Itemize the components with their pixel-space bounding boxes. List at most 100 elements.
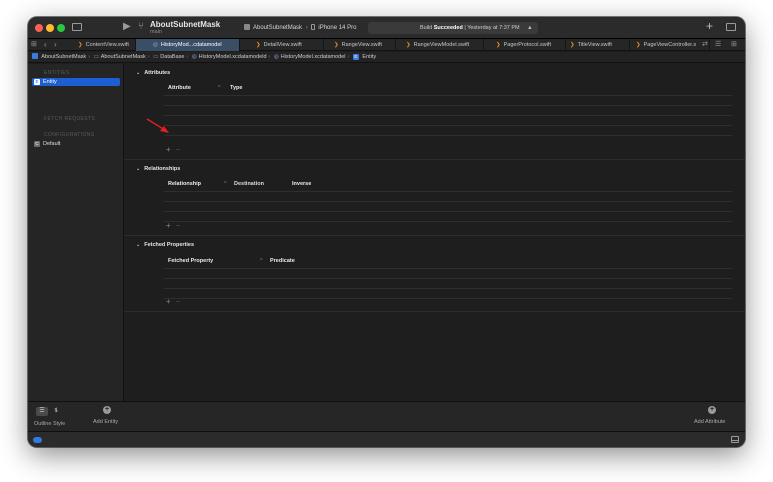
column-header-fetched-property[interactable]: Fetched Property	[168, 256, 213, 267]
fetched-properties-add-remove: + −	[166, 298, 185, 306]
add-attribute-button[interactable]: Add Attribute	[694, 419, 726, 425]
add-entity-button[interactable]: Add Entity	[93, 419, 118, 425]
tab-page-view-controller[interactable]: ❯ PageViewController.s	[630, 39, 710, 51]
attributes-table-header: Attribute ^ Type	[164, 83, 732, 94]
table-divider	[164, 105, 732, 106]
jump-bar: AboutSubnetMask › ▭ AboutSubnetMask › ▭ Data…	[28, 52, 745, 63]
table-divider	[164, 201, 732, 202]
jumpbar-item[interactable]: HistoryModel.xcdatamodeld	[199, 54, 267, 60]
table-style-icon[interactable]: ☰	[36, 407, 48, 416]
tab-range-view[interactable]: ❯ RangeView.swift	[324, 39, 396, 51]
back-icon[interactable]: ‹	[44, 39, 51, 51]
section-divider	[124, 159, 745, 160]
attributes-section-header[interactable]: ⌄ Attributes	[136, 70, 170, 76]
remove-relationship-button[interactable]: −	[176, 221, 181, 230]
jumpbar-item[interactable]: AboutSubnetMask	[101, 54, 146, 60]
table-divider	[164, 95, 732, 96]
sidebar-item-entity[interactable]: E Entity	[32, 78, 120, 86]
tab-label: RangeViewModel.swift	[413, 42, 470, 48]
add-relationship-button[interactable]: +	[166, 221, 171, 230]
sort-icon: ^	[260, 258, 263, 264]
forward-icon[interactable]: ›	[54, 39, 61, 51]
zoom-window-button[interactable]	[57, 24, 65, 32]
tab-content-view[interactable]: ❯ ContentView.swift	[64, 39, 136, 51]
column-header-attribute[interactable]: Attribute	[168, 83, 191, 94]
jumpbar-item[interactable]: DataBase	[160, 54, 184, 60]
column-header-type[interactable]: Type	[230, 83, 242, 94]
relationships-section-header[interactable]: ⌄ Relationships	[136, 166, 180, 172]
graph-style-icon[interactable]: ⥮	[50, 407, 62, 416]
debug-area-toggle[interactable]	[33, 437, 42, 443]
jumpbar-item[interactable]: AboutSubnetMask	[41, 54, 86, 60]
entity-editor: ⌄ Attributes Attribute ^ Type + − ⌄ Relatio…	[124, 64, 745, 401]
column-header-relationship[interactable]: Relationship	[168, 179, 201, 190]
warning-icon: ▲	[527, 25, 533, 31]
sort-icon: ^	[218, 85, 221, 91]
configurations-header: CONFIGURATIONS	[44, 132, 95, 138]
add-attribute-icon[interactable]: +	[708, 406, 716, 414]
run-icon[interactable]: ▶	[123, 22, 131, 32]
tab-range-view-model[interactable]: ❯ RangeViewModel.swift	[396, 39, 484, 51]
table-divider	[164, 288, 732, 289]
tab-label: ContentView.swift	[85, 42, 129, 48]
fetched-properties-section-header[interactable]: ⌄ Fetched Properties	[136, 242, 194, 248]
swift-file-icon: ❯	[636, 42, 641, 48]
project-title[interactable]: AboutSubnetMask	[150, 20, 220, 29]
tab-pager-protocol[interactable]: ❯ PagerProtocol.swift	[484, 39, 566, 51]
panel-toggle-icon[interactable]	[731, 436, 739, 443]
section-title: Relationships	[144, 166, 181, 172]
split-editor-icon[interactable]: ⊞	[731, 39, 741, 51]
sidebar-item-label: Entity	[43, 79, 57, 85]
section-divider	[124, 235, 745, 236]
swift-file-icon: ❯	[256, 42, 261, 48]
chevron-right-icon: ›	[347, 54, 350, 60]
chevron-right-icon: ›	[186, 54, 189, 60]
table-divider	[164, 211, 732, 212]
tab-label: HistoryMod...cdatamodel	[160, 42, 222, 48]
chevron-right-icon: ›	[268, 54, 271, 60]
sidebar-item-default[interactable]: C Default	[32, 140, 120, 148]
relationships-table-header: Relationship ^ Destination Inverse	[164, 179, 732, 190]
scheme-name: AboutSubnetMask	[253, 25, 303, 31]
add-entity-icon[interactable]: +	[103, 406, 111, 414]
chevron-down-icon: ⌄	[136, 70, 141, 76]
tab-label: PageViewController.s	[643, 42, 697, 48]
activity-status: Build Succeeded | Yesterday at 7:37 PM ▲	[368, 22, 538, 34]
add-icon[interactable]: +	[706, 20, 713, 32]
table-divider	[164, 298, 732, 299]
grid-icon[interactable]: ⊞	[31, 39, 41, 51]
lines-icon[interactable]: ☰	[715, 39, 725, 51]
swap-icon[interactable]: ⇄	[702, 39, 712, 51]
entity-icon: E	[352, 54, 359, 60]
status-bar	[28, 431, 745, 447]
jumpbar-item[interactable]: HistoryModel.xcdatamodel	[281, 54, 346, 60]
folder-icon: ▭	[153, 54, 159, 60]
column-header-predicate[interactable]: Predicate	[270, 256, 295, 267]
close-window-button[interactable]	[35, 24, 43, 32]
inspector-toggle-icon[interactable]	[726, 23, 736, 31]
tab-detail-view[interactable]: ❯ DetailView.swift	[240, 39, 324, 51]
chevron-down-icon: ⌄	[136, 166, 141, 172]
sidebar-toggle-icon[interactable]	[72, 23, 82, 31]
scheme-selector[interactable]: AboutSubnetMask › iPhone 14 Pro	[244, 22, 356, 34]
table-divider	[164, 135, 732, 136]
remove-fetched-property-button[interactable]: −	[176, 297, 181, 306]
minimize-window-button[interactable]	[46, 24, 54, 32]
xcode-window: ▶ ⑂ AboutSubnetMask main AboutSubnetMask…	[28, 17, 745, 447]
chevron-down-icon: ⌄	[136, 242, 141, 248]
jumpbar-item[interactable]: Entity	[362, 54, 376, 60]
add-fetched-property-button[interactable]: +	[166, 297, 171, 306]
device-name: iPhone 14 Pro	[318, 25, 357, 31]
tab-title-view[interactable]: ❯ TitleView.swift	[566, 39, 630, 51]
swift-file-icon: ❯	[496, 42, 501, 48]
remove-attribute-button[interactable]: −	[176, 145, 181, 154]
outline-style-toggle[interactable]: ☰ ⥮	[36, 407, 62, 416]
tab-history-model[interactable]: ◎ HistoryMod...cdatamodel	[136, 39, 240, 51]
build-status-text: Build Succeeded | Yesterday at 7:37 PM ▲	[420, 22, 533, 34]
add-attribute-plus-button[interactable]: +	[166, 145, 171, 154]
section-divider	[124, 311, 745, 312]
column-header-inverse[interactable]: Inverse	[292, 179, 311, 190]
column-header-destination[interactable]: Destination	[234, 179, 264, 190]
outline-style-label: Outline Style	[34, 421, 66, 427]
data-model-icon: ◎	[273, 54, 279, 60]
